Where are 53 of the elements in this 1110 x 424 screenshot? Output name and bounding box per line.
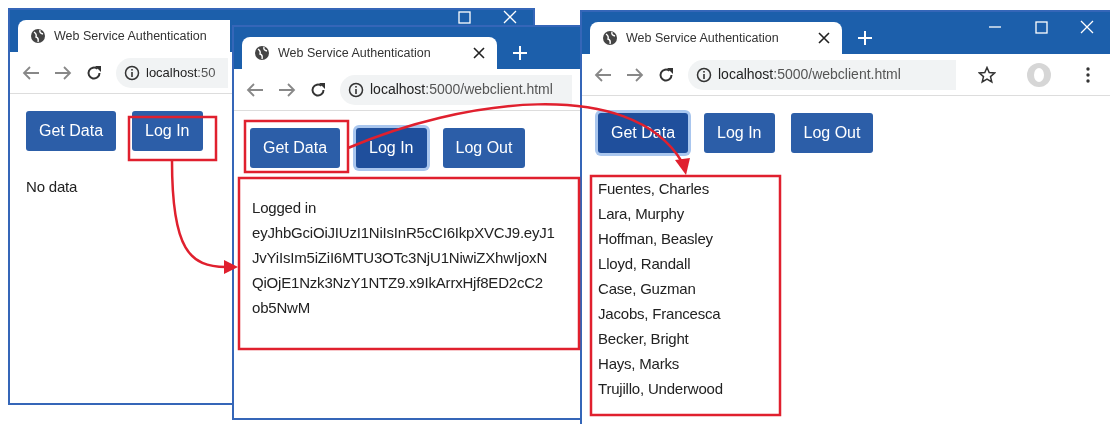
text-line: ob5NwM [252,298,311,318]
button[interactable]: Log Out [790,113,874,153]
address-text: localhost:50 [146,63,216,82]
button[interactable]: Get Data [26,111,117,151]
forward-icon[interactable] [54,64,72,81]
text-line: Fuentes, Charles [598,179,711,199]
address-bar[interactable]: localhost:5000/webclient.html [340,74,572,105]
text-line: JvYiIsIm5iZiI6MTU3OTc3NjU1NiwiZXhwIjoxN [252,248,549,268]
button[interactable]: Log In [132,111,203,151]
reload-icon[interactable] [310,81,326,98]
button[interactable]: Log In [356,128,427,168]
text-line: Case, Guzman [598,279,697,299]
forward-icon[interactable] [626,66,644,83]
text-line: Jacobs, Francesca [598,304,722,324]
tab-title: Web Service Authentication [626,29,780,47]
text-line: Lloyd, Randall [598,254,692,274]
text-line: Becker, Bright [598,329,690,349]
reload-icon[interactable] [658,66,674,83]
text-line: No data [26,177,79,197]
back-icon[interactable] [22,64,40,81]
text-line: Lara, Murphy [598,204,685,224]
info-icon [348,81,364,98]
address-bar[interactable]: localhost:5000/webclient.html [688,59,956,90]
text-line: eyJhbGciOiJIUzI1NiIsInR5cCI6IkpXVCJ9.eyJ1 [252,223,556,243]
globe-icon [30,28,46,44]
close-icon[interactable] [818,32,830,44]
browser-tab[interactable]: Web Service Authentication [18,20,230,52]
forward-icon[interactable] [278,81,296,98]
address-text: localhost:5000/webclient.html [718,65,901,84]
close-icon[interactable] [473,47,485,59]
new-tab-icon[interactable] [513,46,527,60]
text-line: QiOjE1Nzk3NzY1NTZ9.x9IkArrxHjf8ED2cC2 [252,273,544,293]
button[interactable]: Log In [704,113,775,153]
back-icon[interactable] [246,81,264,98]
globe-icon [602,30,618,46]
globe-icon [254,45,270,61]
info-icon [124,64,140,81]
text-line: Hoffman, Beasley [598,229,714,249]
back-icon[interactable] [594,66,612,83]
new-tab-icon[interactable] [858,31,872,45]
tab-title: Web Service Authentication [278,44,432,62]
info-icon [696,66,712,83]
tab-title: Web Service Authentication [54,27,208,45]
text-line: Hays, Marks [598,354,681,374]
address-text: localhost:5000/webclient.html [370,80,553,99]
button[interactable]: Get Data [250,128,341,168]
button[interactable]: Log Out [442,128,526,168]
browser-tab[interactable]: Web Service Authentication [242,37,497,69]
text-line: Trujillo, Underwood [598,379,724,399]
text-line: Logged in [252,198,318,218]
browser-tab[interactable]: Web Service Authentication [590,22,842,54]
address-bar[interactable]: localhost:50 [116,57,228,88]
reload-icon[interactable] [86,64,102,81]
